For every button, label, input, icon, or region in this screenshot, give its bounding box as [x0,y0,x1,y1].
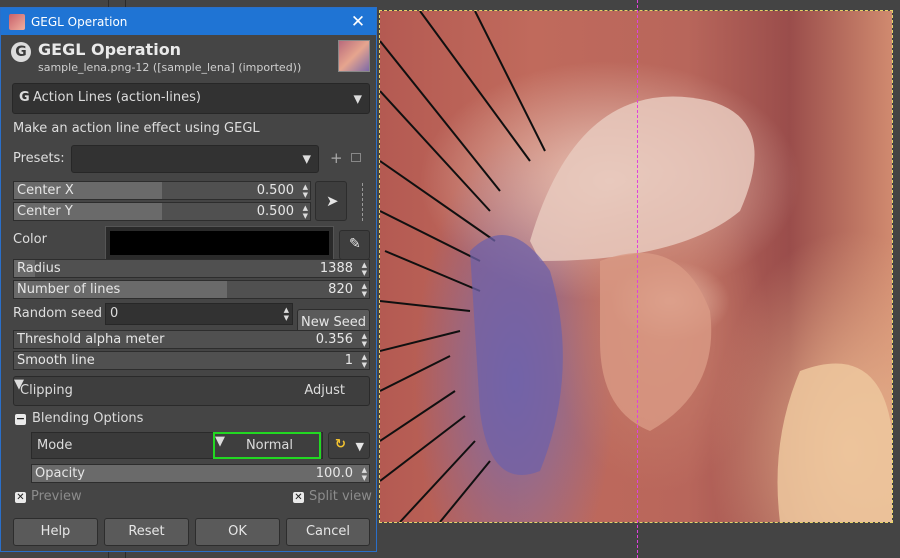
preview-checkbox[interactable]: ✕ Preview [15,489,82,504]
spin-arrows-icon[interactable]: ▲ ▼ [303,204,308,220]
gegl-icon: G [11,42,31,62]
dialog-titlebar[interactable]: GEGL Operation ✕ [1,8,376,35]
number-of-lines-slider[interactable]: Number of lines 820 ▲ ▼ [13,280,370,299]
collapse-toggle[interactable]: − [15,413,26,425]
center-y-value: 0.500 [256,204,294,219]
image-thumbnail [338,40,370,72]
gegl-small-icon: G [19,90,30,105]
operation-select-value: Action Lines (action-lines) [33,90,201,105]
app-icon [9,13,25,30]
spin-arrows-icon[interactable]: ▲ ▼ [284,306,289,322]
composite-mode-button[interactable]: ↻ ▼ [328,432,370,459]
help-button[interactable]: Help [13,518,98,546]
preview-label: Preview [31,489,82,504]
spin-arrows-icon[interactable]: ▲ ▼ [362,353,367,369]
ok-button[interactable]: OK [195,518,280,546]
center-x-slider[interactable]: Center X 0.500 ▲ ▼ [13,181,311,200]
clipping-label: Clipping [20,383,73,398]
spin-arrows-icon[interactable]: ▲ ▼ [303,183,308,199]
split-view-checkbox[interactable]: ✕ Split view [293,489,372,504]
presets-label: Presets: [13,151,65,166]
number-of-lines-label: Number of lines [17,282,121,297]
spin-arrows-icon[interactable]: ▲ ▼ [362,332,367,348]
blending-options-title: Blending Options [32,411,144,426]
opacity-label: Opacity [35,466,86,481]
add-preset-icon[interactable]: + [330,149,343,167]
spin-arrows-icon[interactable]: ▲ ▼ [362,466,367,482]
radius-slider[interactable]: Radius 1388 ▲ ▼ [13,259,370,278]
composite-mode-icon: ↻ [335,437,346,452]
clipping-value: Adjust [304,383,345,398]
mode-label: Mode [37,438,73,453]
chevron-down-icon: ▼ [215,434,225,449]
smooth-line-label: Smooth line [17,353,95,368]
opacity-slider[interactable]: Opacity 100.0 ▲ ▼ [31,464,370,483]
color-picker-button[interactable]: ✎ [339,230,370,260]
gegl-operation-dialog: GEGL Operation ✕ G GEGL Operation sample… [0,7,377,552]
random-seed-label: Random seed [13,306,102,321]
mode-select[interactable]: Normal ▼ [213,432,321,459]
threshold-slider[interactable]: Threshold alpha meter 0.356 ▲ ▼ [13,330,370,349]
dialog-header: G GEGL Operation sample_lena.png-12 ([sa… [1,35,376,79]
clipping-select[interactable]: Clipping Adjust ▼ [13,376,370,406]
center-y-label: Center Y [17,204,73,219]
center-x-label: Center X [17,183,74,198]
smooth-line-value: 1 [344,353,353,368]
smooth-line-slider[interactable]: Smooth line 1 ▲ ▼ [13,351,370,370]
pointer-icon: ➤ [326,192,339,210]
preset-menu-icon[interactable] [351,153,361,162]
random-seed-input[interactable]: 0 ▲ ▼ [105,303,293,325]
header-title: GEGL Operation [38,40,182,59]
number-of-lines-value: 820 [328,282,353,297]
operation-select[interactable]: G Action Lines (action-lines) ▼ [12,83,370,114]
color-swatch [110,231,329,255]
color-button[interactable] [105,226,334,260]
chevron-down-icon: ▼ [355,440,364,453]
chain-link-icon[interactable] [356,183,363,221]
reset-button[interactable]: Reset [104,518,189,546]
radius-label: Radius [17,261,61,276]
chevron-down-icon: ▼ [353,92,362,105]
image-preview[interactable] [379,10,893,523]
dialog-title: GEGL Operation [31,14,128,29]
cancel-button[interactable]: Cancel [286,518,370,546]
close-icon[interactable]: ✕ [348,12,368,32]
spin-arrows-icon[interactable]: ▲ ▼ [362,261,367,277]
color-label: Color [13,232,47,247]
action-lines-overlay [380,11,892,522]
center-x-value: 0.500 [256,183,294,198]
random-seed-value: 0 [110,306,119,321]
split-view-label: Split view [309,489,372,504]
check-icon: ✕ [15,492,26,503]
threshold-value: 0.356 [315,332,353,347]
eyedropper-icon: ✎ [349,236,361,252]
threshold-label: Threshold alpha meter [17,332,165,347]
mode-value: Normal [245,438,293,453]
spin-arrows-icon[interactable]: ▲ ▼ [362,282,367,298]
chevron-down-icon: ▼ [302,152,311,166]
center-y-slider[interactable]: Center Y 0.500 ▲ ▼ [13,202,311,221]
check-icon: ✕ [293,492,304,503]
operation-description: Make an action line effect using GEGL [13,121,260,136]
opacity-value: 100.0 [315,466,353,481]
pick-center-button[interactable]: ➤ [315,181,347,221]
radius-value: 1388 [319,261,353,276]
vertical-guide[interactable] [637,0,638,558]
header-subtitle: sample_lena.png-12 ([sample_lena] (impor… [38,61,302,74]
presets-select[interactable]: ▼ [71,145,319,173]
